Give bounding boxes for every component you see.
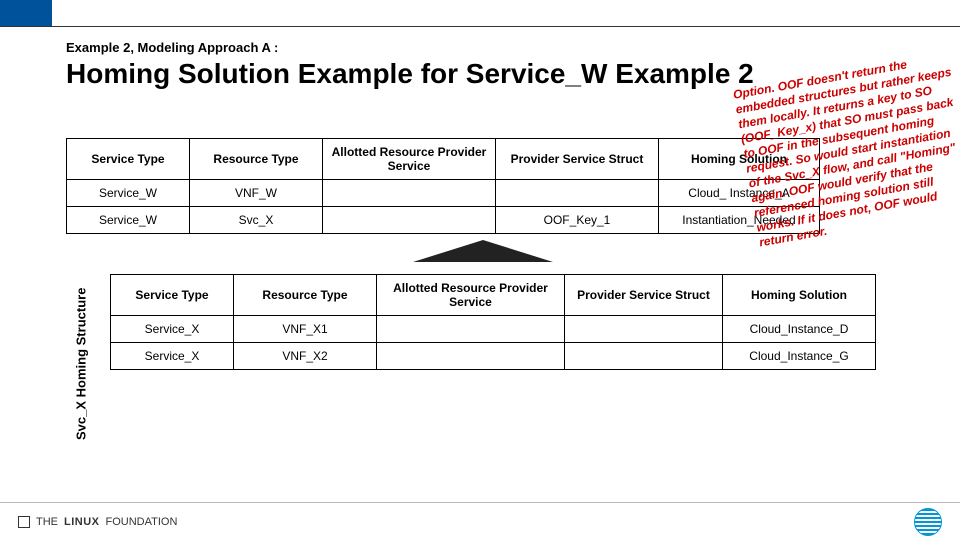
cell-homing: Cloud_Instance_D xyxy=(723,316,876,343)
cell-service-type: Service_X xyxy=(111,343,234,370)
logo-square-icon xyxy=(18,516,30,528)
footer: THE LINUX FOUNDATION xyxy=(0,502,960,540)
cell-service-type: Service_W xyxy=(67,207,190,234)
table-header-row: Service Type Resource Type Allotted Reso… xyxy=(67,139,820,180)
table-header-row: Service Type Resource Type Allotted Reso… xyxy=(111,275,876,316)
cell-resource-type: VNF_W xyxy=(190,180,323,207)
col-homing-solution: Homing Solution xyxy=(723,275,876,316)
svc-x-vertical-label: Svc_X Homing Structure xyxy=(66,274,96,454)
brand-main: LINUX xyxy=(64,516,100,528)
option-note: Option. OOF doesn't return the embedded … xyxy=(732,50,960,251)
cell-arp-service xyxy=(323,207,496,234)
slide-superheading: Example 2, Modeling Approach A : xyxy=(66,40,278,55)
table-row: Service_X VNF_X1 Cloud_Instance_D xyxy=(111,316,876,343)
accent-block xyxy=(0,0,52,26)
arrow-up-icon xyxy=(413,240,553,262)
cell-provider-struct xyxy=(565,343,723,370)
table-row: Service_W VNF_W Cloud_ Instance_A xyxy=(67,180,820,207)
cell-resource-type: VNF_X1 xyxy=(234,316,377,343)
brand-pre: THE xyxy=(36,516,58,528)
homing-table-service-w: Service Type Resource Type Allotted Reso… xyxy=(66,138,820,234)
cell-provider-struct xyxy=(496,180,659,207)
table-row: Service_W Svc_X OOF_Key_1 Instantiation_… xyxy=(67,207,820,234)
slide-title: Homing Solution Example for Service_W Ex… xyxy=(66,58,754,90)
col-arp-service: Allotted Resource Provider Service xyxy=(377,275,565,316)
cell-arp-service xyxy=(377,343,565,370)
homing-table-svc-x: Service Type Resource Type Allotted Reso… xyxy=(110,274,876,370)
col-provider-struct: Provider Service Struct xyxy=(496,139,659,180)
col-arp-service: Allotted Resource Provider Service xyxy=(323,139,496,180)
table-row: Service_X VNF_X2 Cloud_Instance_G xyxy=(111,343,876,370)
cell-resource-type: VNF_X2 xyxy=(234,343,377,370)
cell-service-type: Service_W xyxy=(67,180,190,207)
cell-service-type: Service_X xyxy=(111,316,234,343)
col-resource-type: Resource Type xyxy=(190,139,323,180)
col-service-type: Service Type xyxy=(111,275,234,316)
brand-post: FOUNDATION xyxy=(106,516,178,528)
linux-foundation-logo: THE LINUX FOUNDATION xyxy=(18,516,177,528)
col-resource-type: Resource Type xyxy=(234,275,377,316)
slide: Example 2, Modeling Approach A : Homing … xyxy=(0,0,960,540)
cell-provider-struct xyxy=(565,316,723,343)
cell-provider-struct: OOF_Key_1 xyxy=(496,207,659,234)
att-globe-icon xyxy=(914,508,942,536)
top-rule xyxy=(0,26,960,27)
cell-resource-type: Svc_X xyxy=(190,207,323,234)
cell-arp-service xyxy=(323,180,496,207)
cell-homing: Cloud_Instance_G xyxy=(723,343,876,370)
col-service-type: Service Type xyxy=(67,139,190,180)
cell-arp-service xyxy=(377,316,565,343)
col-provider-struct: Provider Service Struct xyxy=(565,275,723,316)
